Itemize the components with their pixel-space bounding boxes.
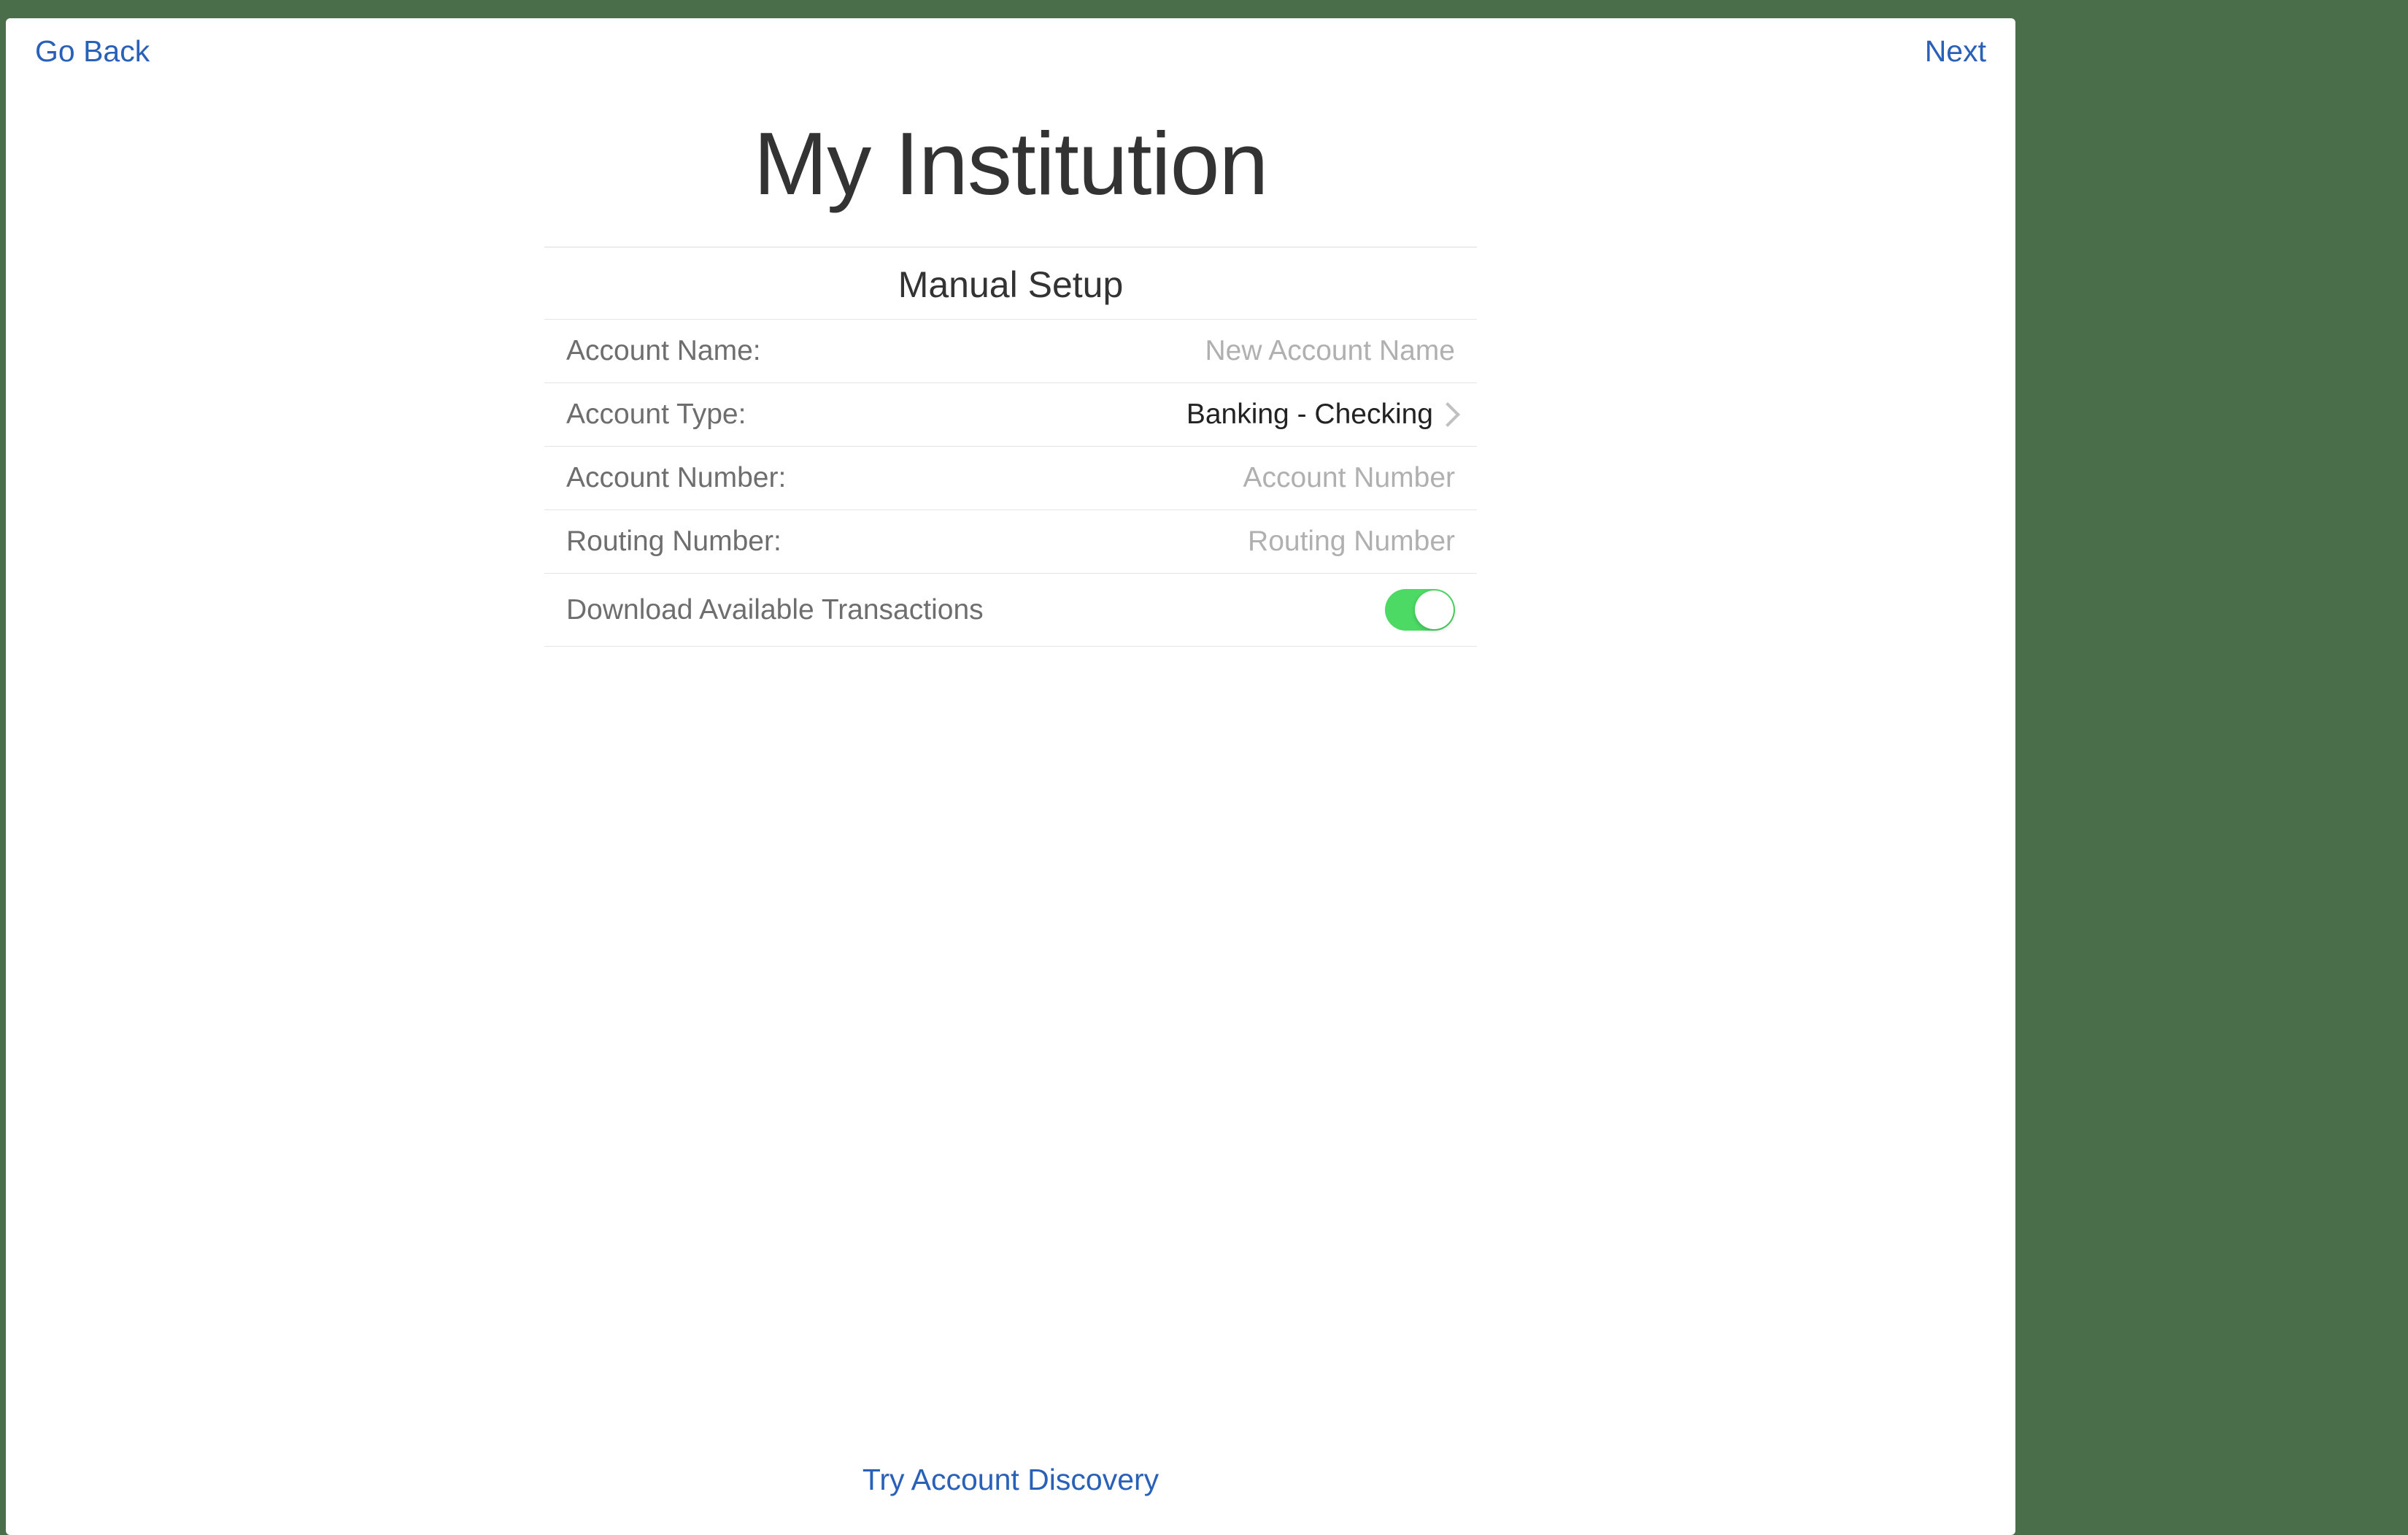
- account-name-input[interactable]: [776, 335, 1455, 367]
- section-header: Manual Setup: [544, 247, 1477, 319]
- go-back-button[interactable]: Go Back: [35, 34, 150, 69]
- download-transactions-toggle[interactable]: [1385, 589, 1455, 631]
- routing-number-row: Routing Number:: [544, 509, 1477, 573]
- try-account-discovery-link[interactable]: Try Account Discovery: [863, 1463, 1159, 1497]
- account-type-value: Banking - Checking: [1186, 399, 1433, 431]
- manual-setup-form: Manual Setup Account Name: Account Type:…: [544, 247, 1477, 647]
- account-type-row[interactable]: Account Type: Banking - Checking: [544, 382, 1477, 446]
- chevron-right-icon: [1442, 404, 1455, 426]
- next-button[interactable]: Next: [1925, 34, 1986, 69]
- page-title: My Institution: [6, 112, 2015, 215]
- account-name-label: Account Name:: [566, 335, 761, 367]
- routing-number-input[interactable]: [796, 526, 1455, 558]
- toggle-knob: [1415, 590, 1454, 629]
- account-number-input[interactable]: [800, 462, 1455, 494]
- account-number-label: Account Number:: [566, 462, 786, 494]
- routing-number-label: Routing Number:: [566, 526, 782, 558]
- download-transactions-label: Download Available Transactions: [566, 594, 984, 626]
- account-type-select[interactable]: Banking - Checking: [1186, 399, 1455, 431]
- modal-footer: Try Account Discovery: [6, 1463, 2015, 1535]
- account-name-row: Account Name:: [544, 319, 1477, 382]
- modal-header: Go Back Next: [6, 18, 2015, 69]
- account-type-label: Account Type:: [566, 399, 746, 431]
- download-transactions-row: Download Available Transactions: [544, 573, 1477, 647]
- account-number-row: Account Number:: [544, 446, 1477, 509]
- setup-modal: Go Back Next My Institution Manual Setup…: [6, 18, 2015, 1535]
